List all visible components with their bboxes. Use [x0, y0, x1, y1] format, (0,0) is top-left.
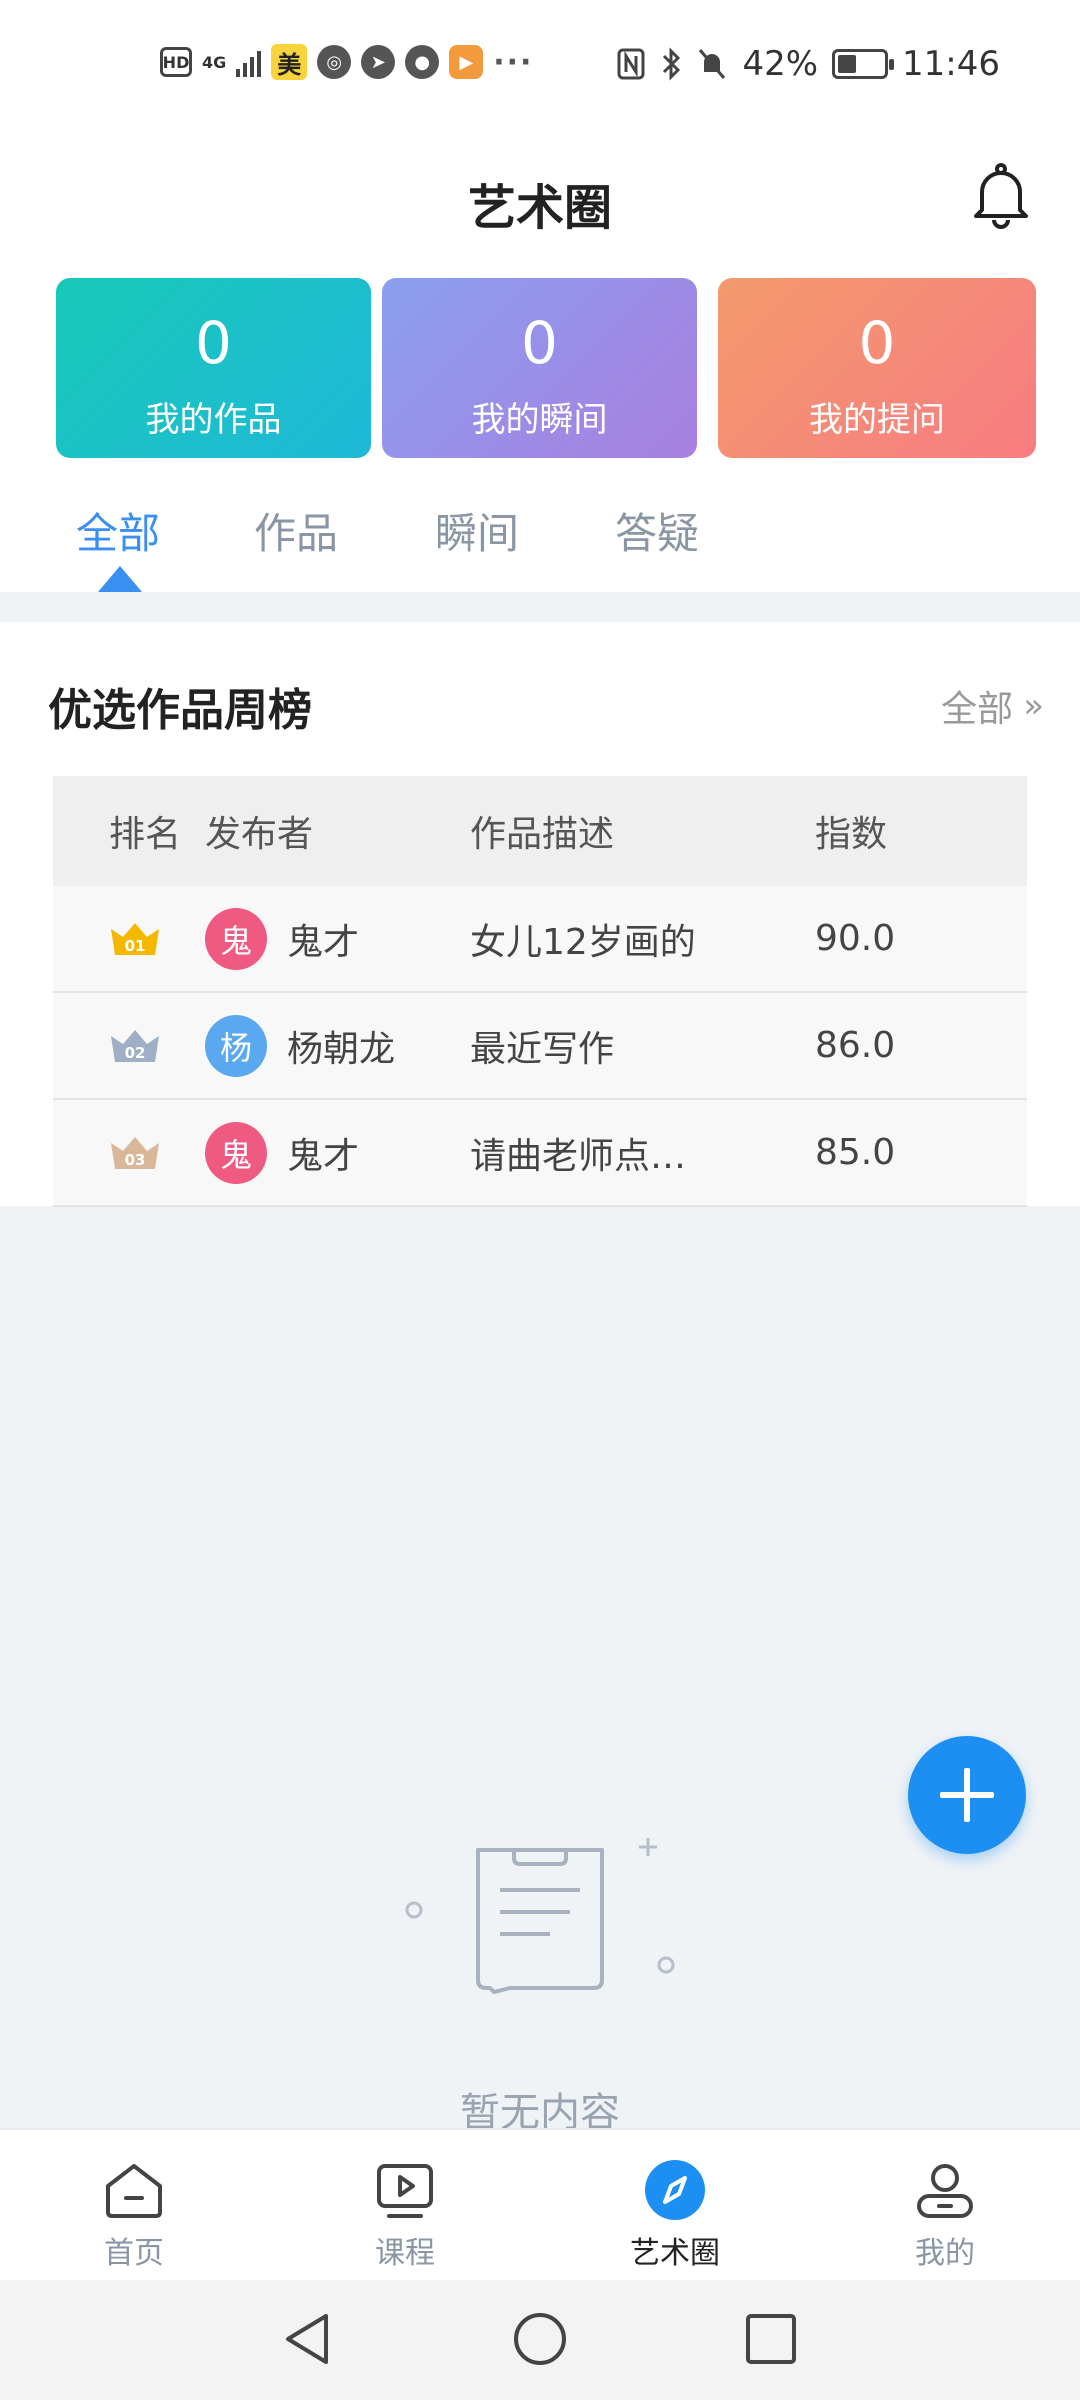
back-triangle-icon[interactable] — [278, 2308, 340, 2370]
ranking-view-all-link[interactable]: 全部 » — [941, 680, 1044, 732]
home-circle-icon[interactable] — [509, 2308, 571, 2370]
rank-number: 02 — [125, 1044, 146, 1062]
description-cell: 女儿12岁画的 — [470, 921, 696, 963]
content-tabs: 全部 作品 瞬间 答疑 — [0, 470, 1080, 592]
empty-document-icon — [405, 1838, 675, 1994]
my-questions-label: 我的提问 — [809, 400, 945, 440]
ranking-table: 排名 发布者 作品描述 指数 01 鬼 鬼才 女儿12岁画的 90.0 02 杨… — [53, 776, 1027, 1207]
ranking-view-all-label: 全部 — [941, 689, 1014, 730]
page-title: 艺术圈 — [467, 180, 612, 236]
video-app-icon: ▶ — [449, 45, 484, 79]
battery-percent: 42% — [742, 44, 819, 84]
publisher-cell: 鬼 鬼才 — [205, 1121, 470, 1184]
description-cell: 请曲老师点… — [470, 1135, 687, 1177]
hd-icon: HD — [160, 47, 192, 77]
nav-course[interactable]: 课程 — [335, 2158, 475, 2272]
network-type-icon: 4G — [202, 52, 227, 72]
nav-mine[interactable]: 我的 — [875, 2158, 1015, 2272]
video-course-icon — [377, 2164, 433, 2218]
column-header-description: 作品描述 — [470, 814, 615, 855]
notification-bell-icon[interactable] — [966, 160, 1036, 230]
gold-crown-icon: 01 — [111, 922, 159, 955]
rank-cell: 03 — [53, 1133, 205, 1173]
nav-home-label: 首页 — [104, 2236, 164, 2271]
avatar[interactable]: 杨 — [205, 1014, 267, 1077]
compass-icon — [645, 2160, 705, 2220]
tab-qa[interactable]: 答疑 — [615, 500, 699, 561]
rank-cell: 01 — [53, 919, 205, 959]
tab-works[interactable]: 作品 — [254, 500, 338, 561]
nav-art-circle-label: 艺术圈 — [630, 2236, 720, 2271]
browser-app-icon: ◎ — [317, 45, 352, 79]
my-works-card[interactable]: 0 我的作品 — [56, 278, 371, 458]
user-icon — [917, 2164, 973, 2218]
battery-icon — [832, 49, 895, 79]
status-icons-left: HD 4G 美 ◎ ➤ ● ▶ ··· — [160, 44, 533, 80]
double-chevron-right-icon: » — [1023, 686, 1044, 726]
my-works-count: 0 — [195, 309, 232, 377]
my-moments-label: 我的瞬间 — [471, 400, 608, 440]
bottom-navigation: 首页 课程 艺术圈 我的 — [0, 2128, 1080, 2280]
silver-crown-icon: 02 — [111, 1029, 159, 1062]
clock: 11:46 — [902, 44, 1000, 84]
chat-app-icon: ● — [405, 45, 440, 79]
recents-square-icon[interactable] — [740, 2308, 802, 2370]
my-questions-count: 0 — [858, 309, 896, 377]
column-header-rank: 排名 — [109, 814, 182, 855]
header: 艺术圈 — [0, 130, 1080, 270]
send-app-icon: ➤ — [361, 45, 396, 79]
tab-all[interactable]: 全部 — [76, 500, 160, 561]
stats-cards: 0 我的作品 0 我的瞬间 0 我的提问 — [0, 270, 1080, 470]
more-notifications-icon: ··· — [493, 44, 534, 80]
avatar[interactable]: 鬼 — [205, 1121, 267, 1184]
nav-mine-label: 我的 — [915, 2236, 975, 2271]
publisher-cell: 杨 杨朝龙 — [205, 1014, 470, 1077]
status-icons-right: 42% 11:46 — [616, 44, 1000, 84]
score-cell: 90.0 — [815, 918, 896, 959]
score-cell: 85.0 — [815, 1132, 896, 1173]
status-bar: HD 4G 美 ◎ ➤ ● ▶ ··· 42% 11:46 — [0, 0, 1080, 130]
system-navigation-bar — [0, 2280, 1080, 2400]
add-post-button[interactable] — [908, 1736, 1026, 1854]
avatar[interactable]: 鬼 — [205, 907, 267, 970]
column-header-score: 指数 — [815, 814, 888, 855]
rank-number: 03 — [125, 1151, 146, 1169]
nav-home[interactable]: 首页 — [64, 2158, 204, 2272]
table-row[interactable]: 03 鬼 鬼才 请曲老师点… 85.0 — [53, 1100, 1027, 1207]
table-header: 排名 发布者 作品描述 指数 — [53, 776, 1027, 886]
tab-moments[interactable]: 瞬间 — [435, 500, 519, 561]
mute-bell-icon — [699, 49, 726, 79]
my-works-label: 我的作品 — [145, 400, 282, 440]
ranking-title: 优选作品周榜 — [48, 685, 312, 736]
signal-icon — [236, 47, 262, 77]
rank-number: 01 — [125, 937, 146, 955]
nav-art-circle[interactable]: 艺术圈 — [605, 2158, 745, 2272]
description-cell: 最近写作 — [470, 1028, 615, 1070]
meituan-app-icon: 美 — [271, 44, 308, 80]
column-header-publisher: 发布者 — [205, 814, 314, 855]
publisher-name: 杨朝龙 — [287, 1028, 396, 1070]
weekly-ranking-section: 优选作品周榜 全部 » 排名 发布者 作品描述 指数 01 鬼 鬼才 女儿12岁… — [0, 622, 1080, 1207]
tab-active-indicator — [98, 566, 142, 592]
my-moments-count: 0 — [521, 309, 558, 377]
home-icon — [106, 2164, 162, 2218]
nav-course-label: 课程 — [375, 2236, 435, 2271]
publisher-name: 鬼才 — [287, 1135, 360, 1177]
bluetooth-icon — [663, 47, 681, 81]
table-row[interactable]: 02 杨 杨朝龙 最近写作 86.0 — [53, 993, 1027, 1100]
publisher-cell: 鬼 鬼才 — [205, 907, 470, 970]
publisher-name: 鬼才 — [287, 921, 360, 963]
nfc-icon — [617, 48, 645, 80]
my-moments-card[interactable]: 0 我的瞬间 — [382, 278, 697, 458]
rank-cell: 02 — [53, 1026, 205, 1066]
score-cell: 86.0 — [815, 1025, 896, 1066]
my-questions-card[interactable]: 0 我的提问 — [718, 278, 1036, 458]
table-row[interactable]: 01 鬼 鬼才 女儿12岁画的 90.0 — [53, 886, 1027, 993]
bronze-crown-icon: 03 — [111, 1136, 159, 1169]
